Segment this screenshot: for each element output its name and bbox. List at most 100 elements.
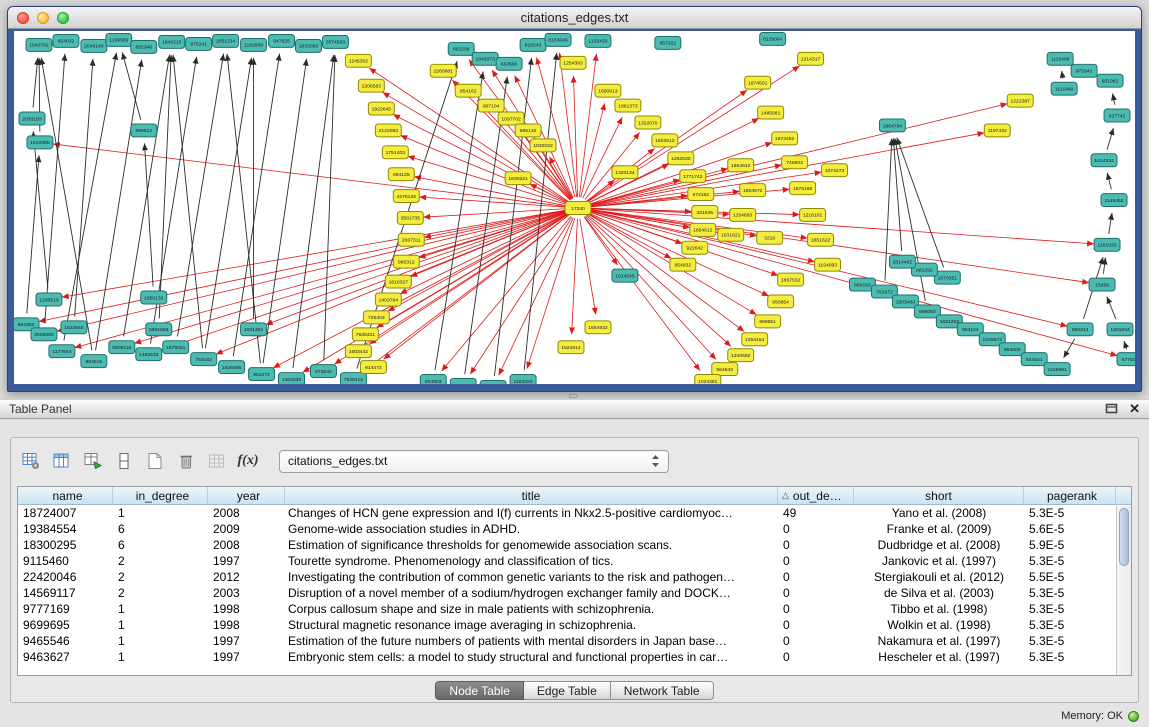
show-columns-button[interactable] [50,449,74,473]
cell-title[interactable]: Estimation of the future numbers of pati… [285,633,778,649]
cell-pagerank[interactable]: 5.3E-5 [1024,505,1116,521]
graph-node[interactable]: 1690913 [595,84,621,97]
graph-node[interactable]: 1610327 [385,275,411,288]
cell-year[interactable]: 1998 [208,601,285,617]
cell-short[interactable]: Yano et al. (2008) [854,505,1024,521]
table-row[interactable]: 2242004622012Investigating the contribut… [18,569,1131,585]
cell-out_degree[interactable]: 0 [778,569,854,585]
graph-node[interactable]: 1922645 [368,102,394,115]
close-button[interactable] [17,12,29,24]
cell-pagerank[interactable]: 5.3E-5 [1024,585,1116,601]
graph-node[interactable]: 677504 [1117,353,1135,366]
cell-out_degree[interactable]: 0 [778,649,854,665]
graph-node[interactable]: 947825 [269,34,295,47]
graph-node[interactable]: 3581735 [397,211,423,224]
graph-node[interactable]: 1115480 [1051,82,1077,95]
graph-node[interactable]: 1524814 [558,341,584,354]
cell-out_degree[interactable]: 0 [778,601,854,617]
delete-column-button[interactable] [174,449,198,473]
cell-name[interactable]: 14569117 [18,585,113,601]
graph-node[interactable]: 4275126 [393,190,419,203]
graph-node[interactable]: 1097702 [498,112,524,125]
scrollbar-thumb[interactable] [1119,508,1129,566]
graph-node[interactable]: 904815 [81,355,107,368]
minimize-button[interactable] [37,12,49,24]
graph-node[interactable]: 1206510 [36,293,62,306]
graph-node[interactable]: 1254154 [742,333,768,346]
graph-node[interactable]: 856314 [1067,323,1093,336]
cell-name[interactable]: 19384554 [18,521,113,537]
graph-node[interactable]: 957222 [655,36,681,49]
graph-node[interactable]: 865132 [515,124,541,137]
graph-node[interactable]: 961072 [249,368,275,381]
graph-node[interactable]: 1139565 [106,33,132,46]
graph-node[interactable]: 1154693 [730,208,756,221]
cell-pagerank[interactable]: 5.6E-5 [1024,521,1116,537]
cell-pagerank[interactable]: 5.9E-5 [1024,537,1116,553]
cell-title[interactable]: Tourette syndrome. Phenomenology and cla… [285,553,778,569]
column-header-out-degree[interactable]: △ out_de… [778,487,854,504]
splitter-handle[interactable] [569,394,578,398]
graph-node[interactable]: 1402839 [279,373,305,384]
cell-in_degree[interactable]: 6 [113,521,208,537]
cell-year[interactable]: 1998 [208,617,285,633]
column-header-title[interactable]: title [285,487,778,504]
graph-node[interactable]: 1633093 [295,39,321,52]
cell-out_degree[interactable]: 0 [778,617,854,633]
graph-node[interactable]: 892346 [131,40,157,53]
graph-node[interactable]: 664590 [496,57,522,70]
graph-node[interactable]: 1830221 [505,172,531,185]
table-row[interactable]: 969969511998Structural magnetic resonanc… [18,617,1131,633]
cell-name[interactable]: 22420046 [18,569,113,585]
column-header-pagerank[interactable]: pagerank [1024,487,1116,504]
graph-node[interactable]: 922042 [682,241,708,254]
graph-node[interactable]: 1631621 [718,228,744,241]
cell-short[interactable]: Hescheler et al. (1997) [854,649,1024,665]
graph-node[interactable]: 898612 [131,124,157,137]
cell-year[interactable]: 1997 [208,649,285,665]
cell-in_degree[interactable]: 6 [113,537,208,553]
table-row[interactable]: 1456911722003Disruption of a novel membe… [18,585,1131,601]
graph-node[interactable]: 1032022 [530,139,556,152]
cell-in_degree[interactable]: 1 [113,601,208,617]
tab-node-table[interactable]: Node Table [435,681,524,700]
cell-name[interactable]: 9463627 [18,649,113,665]
cell-out_degree[interactable]: 0 [778,537,854,553]
table-selector-combobox[interactable]: citations_edges.txt [279,450,669,473]
graph-node[interactable]: 1542080 [27,136,53,149]
cell-year[interactable]: 2003 [208,585,285,601]
graph-node[interactable]: 873162 [688,188,714,201]
cell-pagerank[interactable]: 5.3E-5 [1024,601,1116,617]
graph-node[interactable]: 918243 [520,38,546,51]
graph-node[interactable]: 2046140 [81,39,107,52]
graph-node[interactable]: 1950132 [141,291,167,304]
graph-node[interactable]: 321645 [692,206,718,219]
cell-year[interactable]: 2008 [208,505,285,521]
graph-node[interactable]: 1604672 [740,184,766,197]
graph-node[interactable]: 753183 [191,353,217,366]
graph-node[interactable]: 1216101 [800,208,826,221]
graph-node[interactable]: 963208 [448,42,474,55]
cell-title[interactable]: Estimation of significance thresholds fo… [285,537,778,553]
cell-year[interactable]: 1997 [208,553,285,569]
graph-node[interactable]: 8129004 [760,32,786,45]
graph-node[interactable]: 2033193 [19,112,45,125]
graph-node[interactable]: 15958 [1089,278,1115,291]
cell-name[interactable]: 9115460 [18,553,113,569]
table-row[interactable]: 977716911998Corpus callosum shape and si… [18,601,1131,617]
graph-node[interactable]: 7635421 [352,328,378,341]
graph-node[interactable]: 1826455 [219,361,245,374]
graph-node[interactable]: 1874501 [745,76,771,89]
graph-node[interactable]: 1751403 [382,146,408,159]
cell-short[interactable]: Wolkin et al. (1998) [854,617,1024,633]
graph-node[interactable]: 725403 [363,311,389,324]
graph-node[interactable]: 748503 [782,156,808,169]
graph-node[interactable]: 1245091 [1044,363,1070,376]
graph-node[interactable]: 1640215 [159,35,185,48]
graph-node[interactable]: 7635412 [340,373,366,384]
graph-node[interactable]: 2067311 [398,233,424,246]
graph-node[interactable]: 1254393 [560,56,586,69]
graph-node[interactable]: 2206583 [358,79,384,92]
column-header-year[interactable]: year [208,487,285,504]
new-column-button[interactable] [143,449,167,473]
